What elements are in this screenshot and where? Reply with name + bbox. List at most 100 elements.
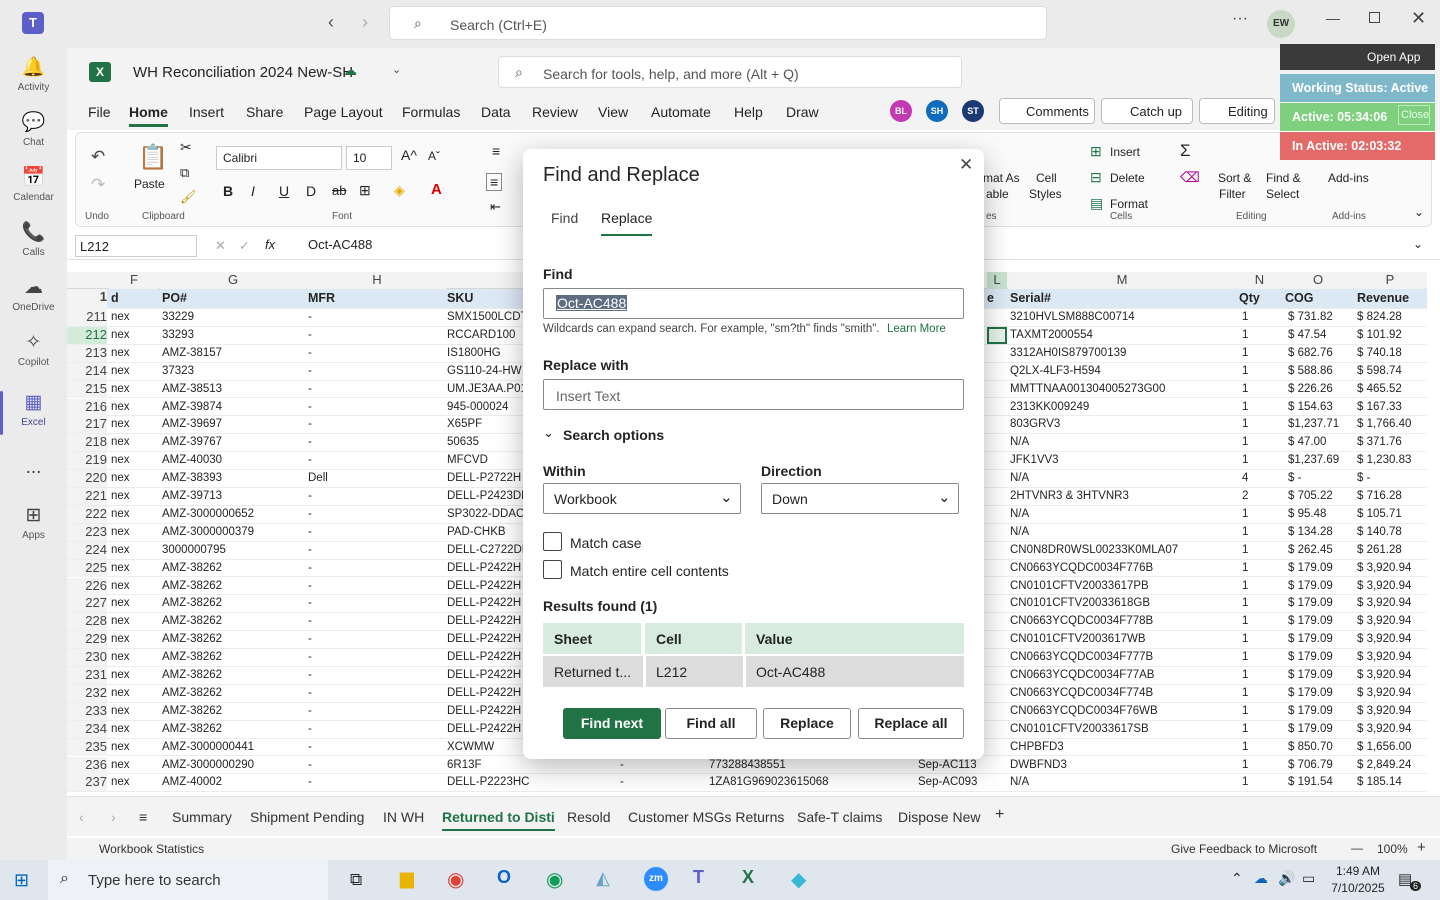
font-color-icon[interactable]: A bbox=[431, 181, 442, 198]
rail-excel[interactable]: ▦ Excel bbox=[0, 385, 67, 445]
table-cell[interactable]: - bbox=[308, 329, 312, 341]
table-cell[interactable]: 773288438551 bbox=[709, 759, 786, 771]
replace-all-button[interactable]: Replace all bbox=[858, 708, 964, 739]
table-cell[interactable]: AMZ-38262 bbox=[162, 705, 222, 717]
table-cell[interactable]: AMZ-39767 bbox=[162, 436, 222, 448]
table-cell[interactable]: 1 bbox=[1242, 401, 1248, 413]
sheet-tab[interactable]: Customer MSGs Returns bbox=[628, 809, 784, 825]
match-entire-label[interactable]: Match entire cell contents bbox=[570, 563, 729, 579]
clock-date[interactable]: 7/10/2025 bbox=[1326, 881, 1390, 895]
table-cell[interactable]: $ 179.09 bbox=[1288, 562, 1333, 574]
row-number[interactable]: 223 bbox=[67, 523, 107, 541]
onedrive-icon[interactable]: ☁ bbox=[1254, 870, 1268, 887]
table-cell[interactable]: X65PF bbox=[447, 418, 482, 430]
tab-file[interactable]: File bbox=[88, 104, 111, 120]
table-cell[interactable]: Sep-AC113 bbox=[918, 759, 977, 771]
table-cell[interactable]: DELL-P2422H bbox=[447, 580, 521, 592]
table-cell[interactable]: TAXMT2000554 bbox=[1010, 329, 1093, 341]
clear-icon[interactable]: ⌫ bbox=[1180, 169, 1200, 186]
table-cell[interactable]: - bbox=[308, 436, 312, 448]
cut-icon[interactable]: ✂ bbox=[180, 139, 192, 156]
sheet-tab[interactable]: Safe-T claims bbox=[797, 809, 882, 825]
row-number[interactable]: 220 bbox=[67, 470, 107, 488]
row-number[interactable]: 236 bbox=[67, 756, 107, 774]
table-cell[interactable]: nex bbox=[111, 365, 130, 377]
table-cell[interactable]: $ 850.70 bbox=[1288, 741, 1333, 753]
table-cell[interactable]: - bbox=[308, 490, 312, 502]
table-cell[interactable]: Sep-AC093 bbox=[918, 776, 977, 788]
header-cell[interactable]: PO# bbox=[162, 291, 187, 305]
table-cell[interactable]: 1 bbox=[1242, 776, 1248, 788]
sort-filter-label-2[interactable]: Filter bbox=[1219, 187, 1246, 201]
tab-replace[interactable]: Replace bbox=[601, 210, 653, 236]
delete-cells-icon[interactable]: ⊟ bbox=[1090, 169, 1102, 186]
tab-share[interactable]: Share bbox=[246, 104, 283, 120]
collaborator-avatar[interactable]: SH bbox=[926, 100, 948, 122]
table-cell[interactable]: $ 3,920.94 bbox=[1357, 597, 1411, 609]
table-cell[interactable]: $1,237.69 bbox=[1288, 454, 1339, 466]
table-cell[interactable]: DELL-C2722DE bbox=[447, 544, 529, 556]
within-select[interactable]: Workbook ⌄ bbox=[543, 483, 741, 514]
table-cell[interactable]: PAD-CHKB bbox=[447, 526, 506, 538]
tab-automate[interactable]: Automate bbox=[651, 104, 711, 120]
table-cell[interactable]: $1,237.71 bbox=[1288, 418, 1339, 430]
table-cell[interactable]: $ 47.00 bbox=[1288, 436, 1326, 448]
add-sheet-icon[interactable]: + bbox=[995, 806, 1004, 824]
row-number[interactable]: 232 bbox=[67, 684, 107, 702]
table-cell[interactable]: nex bbox=[111, 508, 130, 520]
table-cell[interactable]: AMZ-39713 bbox=[162, 490, 222, 502]
table-cell[interactable]: - bbox=[308, 401, 312, 413]
user-avatar[interactable]: EW bbox=[1267, 10, 1295, 38]
row-number[interactable]: 235 bbox=[67, 738, 107, 756]
table-cell[interactable]: - bbox=[308, 508, 312, 520]
catch-up-button[interactable]: Catch up bbox=[1101, 98, 1193, 124]
table-cell[interactable]: 1 bbox=[1242, 436, 1248, 448]
table-cell[interactable]: MMTTNAA001304005273G00 bbox=[1010, 383, 1165, 395]
paste-button[interactable]: Paste bbox=[134, 177, 165, 191]
sheet-tab[interactable]: Resold bbox=[567, 809, 611, 825]
table-cell[interactable]: - bbox=[308, 454, 312, 466]
table-cell[interactable]: $ 179.09 bbox=[1288, 597, 1333, 609]
table-cell[interactable]: 3210HVLSM888C00714 bbox=[1010, 311, 1135, 323]
table-cell[interactable]: $ 185.14 bbox=[1357, 776, 1402, 788]
table-cell[interactable]: $ 716.28 bbox=[1357, 490, 1402, 502]
tab-view[interactable]: View bbox=[598, 104, 628, 120]
name-box[interactable]: L212 bbox=[75, 235, 197, 257]
table-cell[interactable]: $ 101.92 bbox=[1357, 329, 1402, 341]
table-cell[interactable]: $ 179.09 bbox=[1288, 615, 1333, 627]
paste-icon[interactable]: 📋 bbox=[138, 143, 168, 172]
cell-styles-label[interactable]: Cell bbox=[1036, 171, 1057, 185]
redo-icon[interactable]: ↷ bbox=[91, 175, 105, 195]
row-number[interactable]: 230 bbox=[67, 649, 107, 667]
sheet-tab[interactable]: Shipment Pending bbox=[250, 809, 364, 825]
table-cell[interactable]: DELL-P2422H bbox=[447, 615, 521, 627]
table-cell[interactable]: 1 bbox=[1242, 544, 1248, 556]
table-cell[interactable]: - bbox=[308, 311, 312, 323]
table-cell[interactable]: CN0101CFTV20033617PB bbox=[1010, 580, 1149, 592]
rail-copilot[interactable]: ✧ Copilot bbox=[0, 325, 67, 385]
find-select-label-2[interactable]: Select bbox=[1266, 187, 1299, 201]
maximize-icon[interactable] bbox=[1369, 12, 1380, 23]
tab-insert[interactable]: Insert bbox=[189, 104, 224, 120]
table-cell[interactable]: DELL-P2422H bbox=[447, 705, 521, 717]
column-header[interactable]: G bbox=[160, 272, 306, 289]
table-cell[interactable]: - bbox=[308, 723, 312, 735]
table-cell[interactable]: AMZ-38262 bbox=[162, 723, 222, 735]
autosave-icon[interactable]: ☁ bbox=[343, 62, 357, 79]
task-view-icon[interactable]: ⧉ bbox=[350, 870, 362, 890]
table-cell[interactable]: $ 371.76 bbox=[1357, 436, 1402, 448]
tab-home[interactable]: Home bbox=[129, 104, 168, 127]
row-number[interactable]: 215 bbox=[67, 380, 107, 398]
table-cell[interactable]: 1 bbox=[1242, 347, 1248, 359]
shrink-font-icon[interactable]: Aˇ bbox=[428, 149, 440, 163]
table-cell[interactable]: 1 bbox=[1242, 329, 1248, 341]
table-cell[interactable]: $ 3,920.94 bbox=[1357, 615, 1411, 627]
table-cell[interactable]: $ 191.54 bbox=[1288, 776, 1333, 788]
table-cell[interactable]: $ 226.26 bbox=[1288, 383, 1333, 395]
format-painter-icon[interactable]: 🖌 bbox=[180, 189, 197, 205]
table-cell[interactable]: DELL-P2422H bbox=[447, 633, 521, 645]
table-cell[interactable]: DELL-P2423DE bbox=[447, 490, 529, 502]
sort-filter-label[interactable]: Sort & bbox=[1218, 171, 1251, 185]
minimize-icon[interactable]: — bbox=[1326, 10, 1340, 26]
app-icon[interactable]: ◭ bbox=[596, 868, 610, 889]
